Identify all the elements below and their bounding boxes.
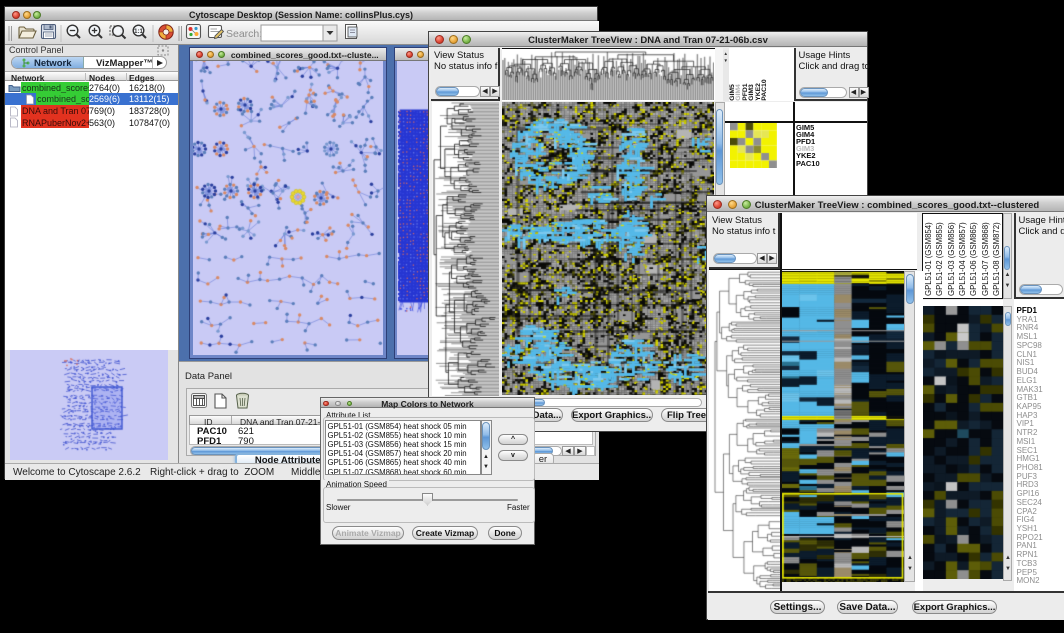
- svg-text:Search:: Search:: [226, 28, 262, 40]
- svg-text:1:1: 1:1: [134, 29, 143, 35]
